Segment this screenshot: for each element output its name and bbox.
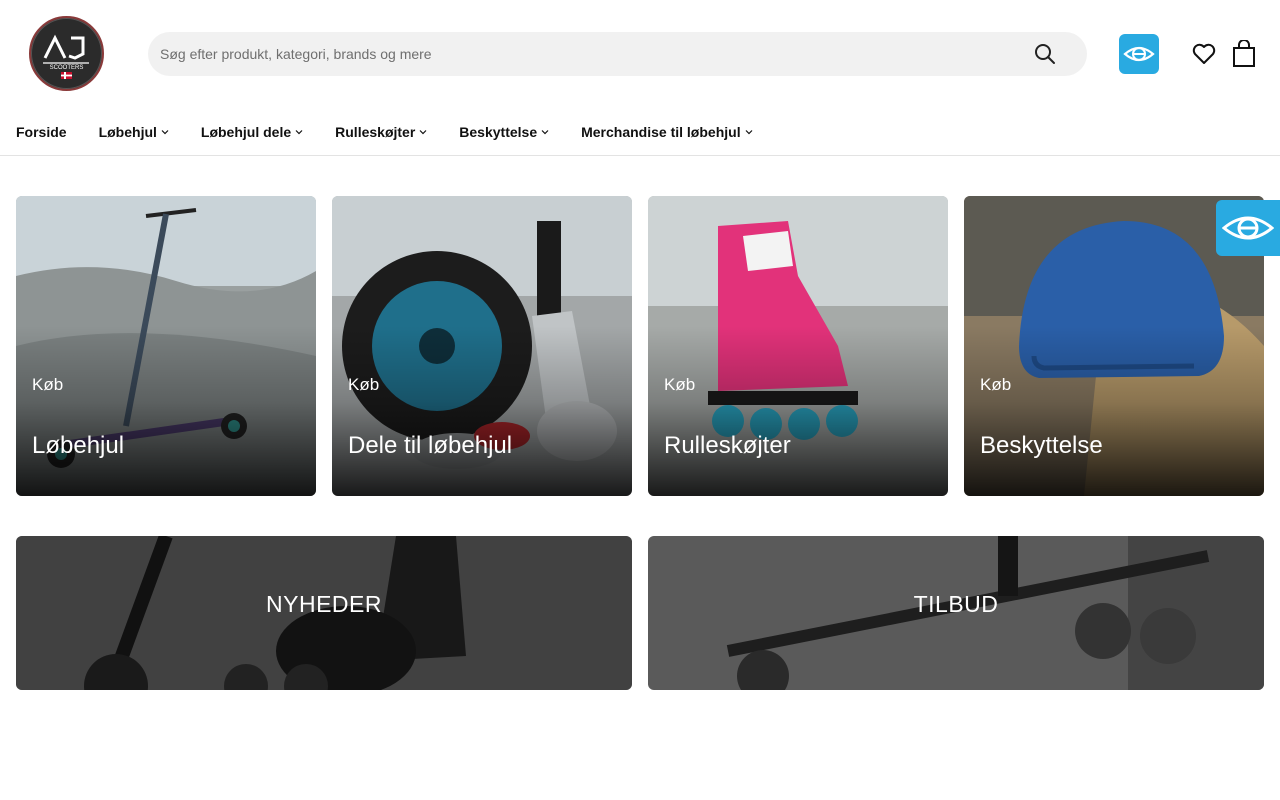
banner-tilbud[interactable]: TILBUD xyxy=(648,536,1264,690)
nav-item-lobehjul[interactable]: Løbehjul xyxy=(99,124,169,140)
category-card-rulleskojter[interactable]: Køb Rulleskøjter xyxy=(648,196,948,496)
chevron-down-icon xyxy=(745,129,753,134)
card-kicker: Køb xyxy=(664,375,696,394)
e-maerket-button[interactable] xyxy=(1119,34,1159,74)
card-gradient xyxy=(16,326,316,496)
card-kicker: Køb xyxy=(348,375,380,394)
wishlist-button[interactable] xyxy=(1191,42,1217,66)
nav-item-forside[interactable]: Forside xyxy=(16,124,67,140)
site-header: SCOOTERS xyxy=(0,0,1280,108)
chevron-down-icon xyxy=(541,129,549,134)
search-icon xyxy=(1035,44,1055,64)
nav-item-label: Merchandise til løbehjul xyxy=(581,123,741,140)
chevron-down-icon xyxy=(161,129,169,134)
category-card-lobehjul[interactable]: Køb Løbehjul xyxy=(16,196,316,496)
nav-item-label: Løbehjul dele xyxy=(200,123,292,140)
card-title: Dele til løbehjul xyxy=(348,432,513,459)
nav-item-beskyttelse[interactable]: Beskyttelse xyxy=(459,124,549,140)
card-title: Løbehjul xyxy=(32,432,125,459)
nav-item-merchandise[interactable]: Merchandise til løbehjul xyxy=(581,123,753,140)
card-title: Beskyttelse xyxy=(980,432,1103,459)
shopping-bag-icon xyxy=(1233,39,1255,67)
card-gradient xyxy=(648,326,948,496)
nav-item-rulleskojter[interactable]: Rulleskøjter xyxy=(335,124,427,140)
banner-nyheder[interactable]: NYHEDER xyxy=(16,536,632,690)
search-button[interactable] xyxy=(1033,42,1057,66)
banner-label: TILBUD xyxy=(913,591,999,617)
logo-mark-icon: SCOOTERS xyxy=(43,34,89,79)
card-gradient xyxy=(964,326,1264,496)
chevron-down-icon xyxy=(295,129,303,134)
cart-button[interactable] xyxy=(1232,39,1256,68)
nav-item-label: Rulleskøjter xyxy=(335,123,416,140)
category-card-dele[interactable]: Køb Dele til løbehjul xyxy=(332,196,632,496)
nav-item-label: Forside xyxy=(16,123,67,140)
banner-label: NYHEDER xyxy=(266,591,382,617)
card-kicker: Køb xyxy=(980,375,1012,394)
main-navigation: Forside Løbehjul Løbehjul dele Rulleskøj… xyxy=(0,108,1280,156)
nav-item-lobehjul-dele[interactable]: Løbehjul dele xyxy=(201,124,303,140)
aj-scooters-logo[interactable]: SCOOTERS xyxy=(29,16,104,91)
e-maerket-icon xyxy=(1222,216,1274,240)
nav-item-label: Beskyttelse xyxy=(459,123,538,140)
card-kicker: Køb xyxy=(32,375,64,394)
card-gradient xyxy=(332,326,632,496)
heart-icon xyxy=(1192,43,1216,64)
e-maerket-icon xyxy=(1123,46,1155,62)
e-maerket-floating-badge[interactable] xyxy=(1216,200,1280,256)
search-bar xyxy=(148,32,1087,76)
logo-subtext: SCOOTERS xyxy=(50,65,84,71)
search-input[interactable] xyxy=(148,32,1008,76)
card-title: Rulleskøjter xyxy=(664,432,791,459)
nav-item-label: Løbehjul xyxy=(98,123,157,140)
chevron-down-icon xyxy=(419,129,427,134)
